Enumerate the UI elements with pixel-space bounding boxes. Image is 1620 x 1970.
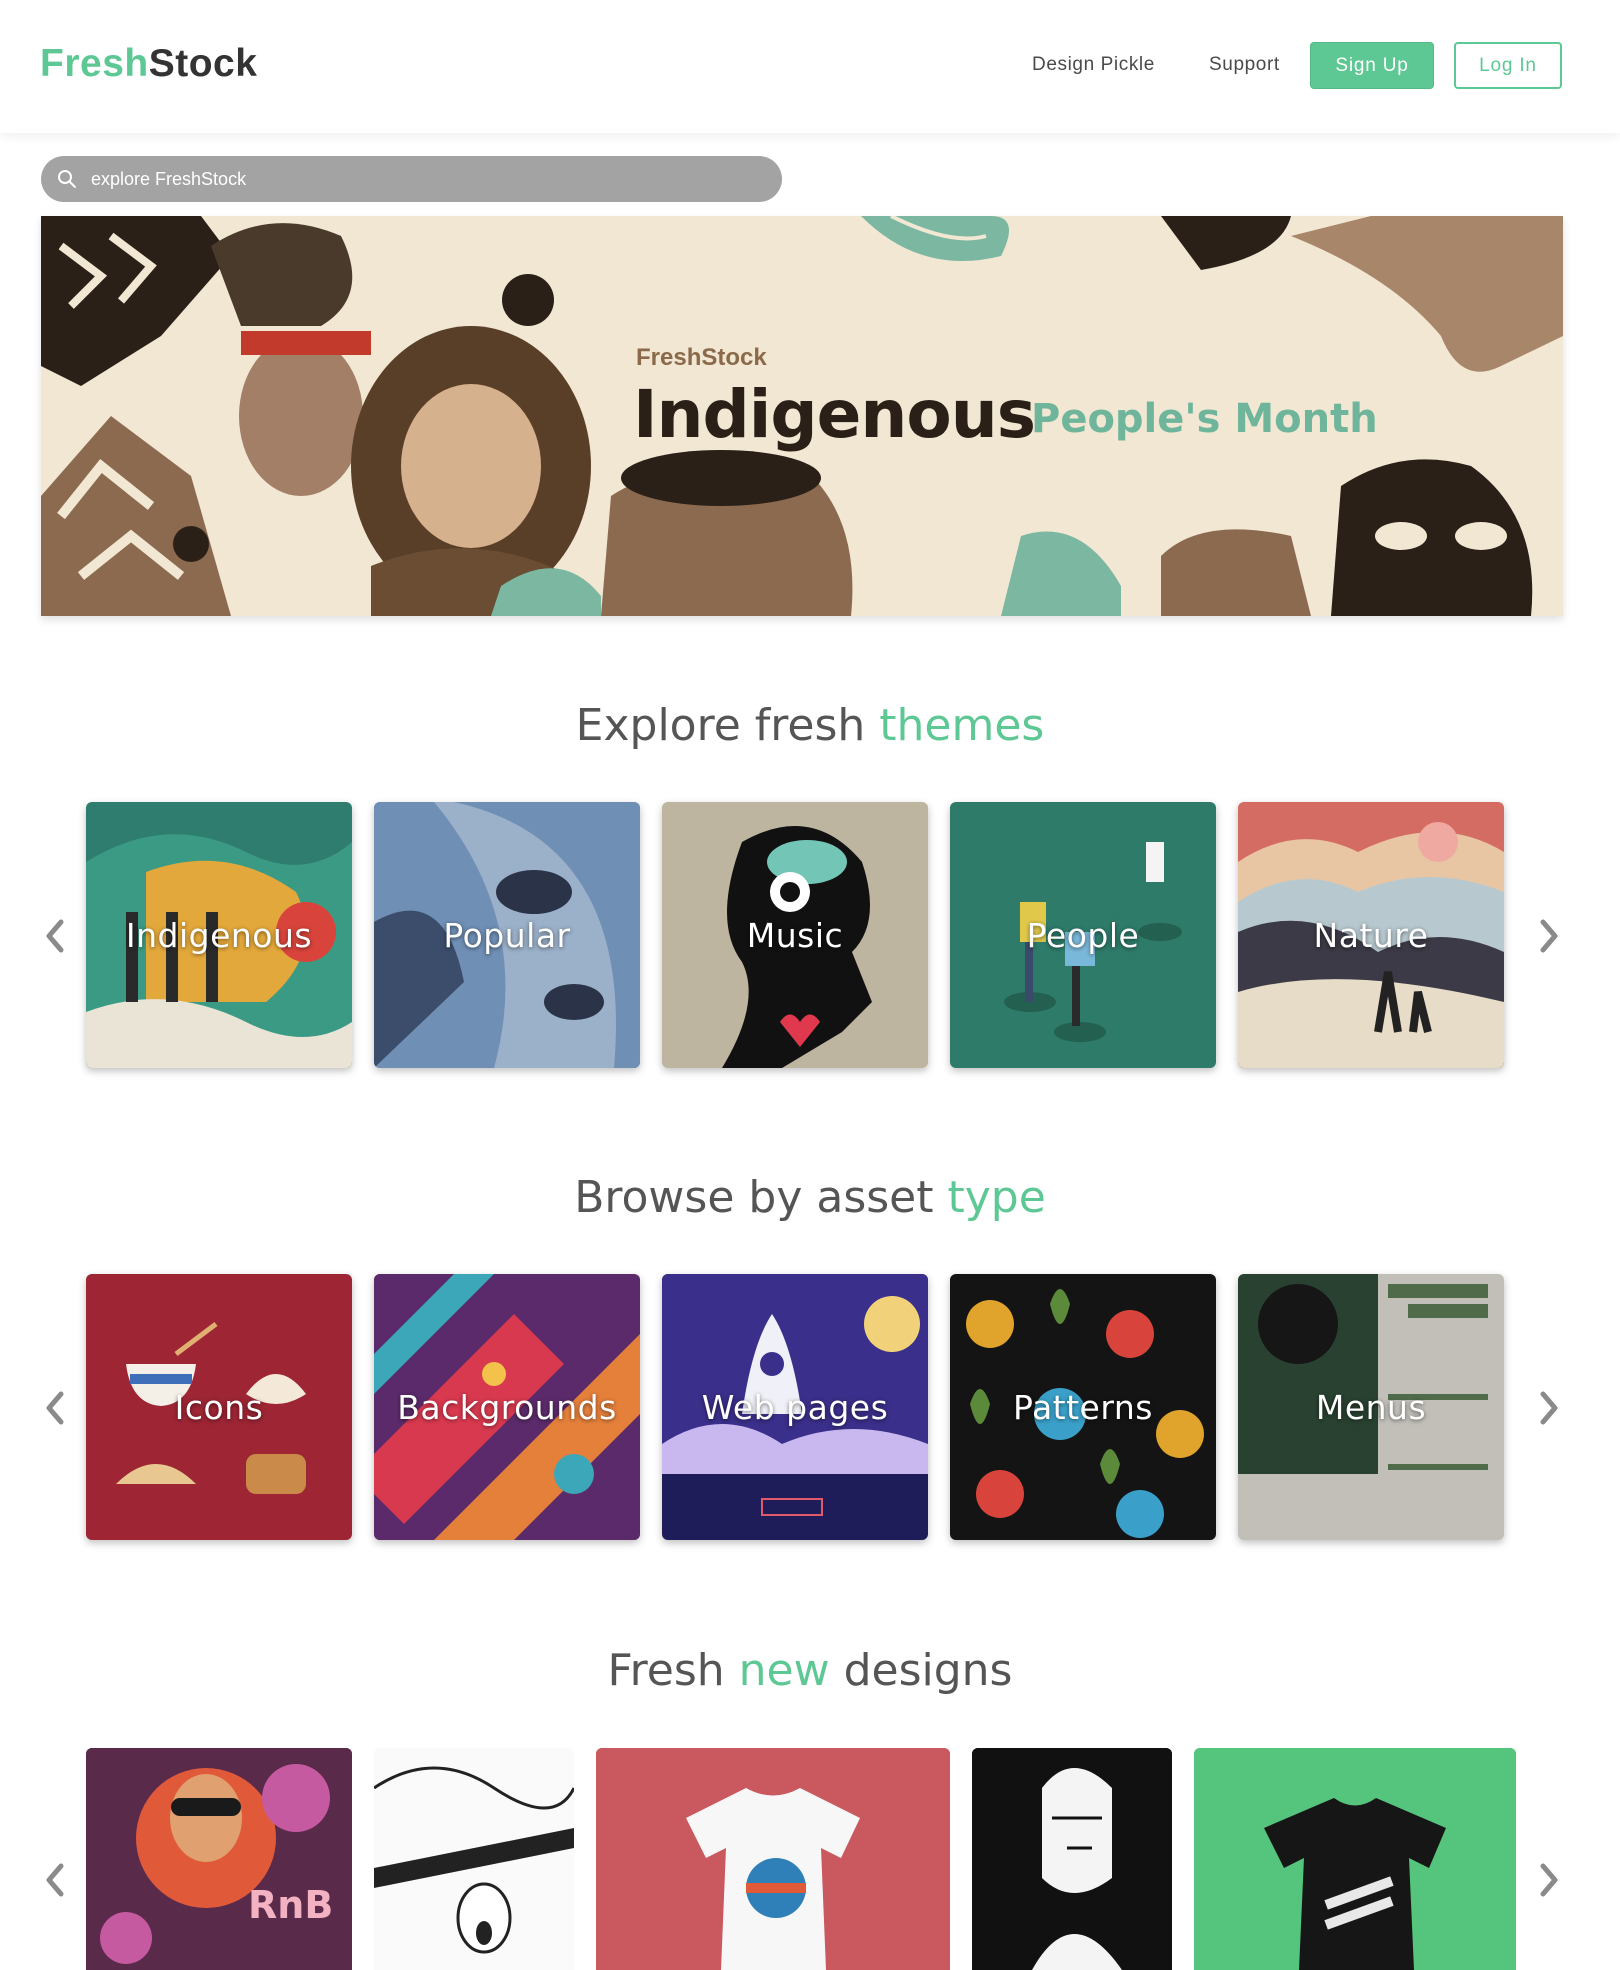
chevron-right-icon — [1540, 1391, 1558, 1425]
asset-card-icons[interactable]: Icons — [86, 1274, 352, 1540]
new-designs-title-text-end: designs — [829, 1645, 1013, 1696]
hero-title: Indigenous — [633, 376, 1036, 453]
asset-label: Icons — [174, 1387, 264, 1427]
designs-next-arrow[interactable] — [1534, 1860, 1564, 1900]
signup-button[interactable]: Sign Up — [1310, 42, 1434, 89]
asset-label: Web pages — [701, 1387, 889, 1427]
nav-design-pickle[interactable]: Design Pickle — [1032, 54, 1155, 76]
theme-label: People — [1026, 915, 1140, 955]
design-card-line-portrait[interactable] — [972, 1748, 1172, 1970]
asset-card-menus[interactable]: Menus — [1238, 1274, 1504, 1540]
theme-card-music[interactable]: Music — [662, 802, 928, 1068]
asset-type-title-text: Browse by asset — [574, 1172, 948, 1223]
asset-label: Menus — [1315, 1387, 1427, 1427]
hero-brand: FreshStock — [636, 344, 767, 371]
new-designs-title-highlight: new — [738, 1645, 830, 1696]
asset-next-arrow[interactable] — [1534, 1388, 1564, 1428]
theme-card-people[interactable]: People — [950, 802, 1216, 1068]
theme-label: Popular — [443, 915, 571, 955]
asset-label: Backgrounds — [397, 1387, 617, 1427]
design-card-tshirt-black[interactable] — [1194, 1748, 1516, 1970]
design-card-rnb-poster[interactable]: RnB — [86, 1748, 352, 1970]
asset-card-web-pages[interactable]: Web pages — [662, 1274, 928, 1540]
asset-card-backgrounds[interactable]: Backgrounds — [374, 1274, 640, 1540]
logo-stock: Stock — [148, 42, 258, 85]
themes-title-text: Explore fresh — [575, 700, 880, 751]
chevron-right-icon — [1540, 919, 1558, 953]
logo[interactable]: FreshStock — [40, 42, 257, 86]
theme-label: Nature — [1313, 915, 1429, 955]
design-card-sketch[interactable] — [374, 1748, 574, 1970]
search-bar[interactable] — [41, 156, 782, 202]
themes-title-highlight: themes — [879, 700, 1045, 751]
logo-fresh: Fresh — [40, 42, 149, 85]
hero-subtitle: People's Month — [1031, 396, 1378, 442]
login-button[interactable]: Log In — [1454, 42, 1562, 89]
new-designs-title-text: Fresh — [607, 1645, 739, 1696]
chevron-right-icon — [1540, 1863, 1558, 1897]
chevron-left-icon — [46, 1863, 64, 1897]
theme-label: Music — [746, 915, 844, 955]
hero-banner[interactable]: FreshStock Indigenous People's Month — [41, 216, 1563, 616]
theme-label: Indigenous — [125, 915, 313, 955]
themes-next-arrow[interactable] — [1534, 916, 1564, 956]
new-designs-title: Fresh new designs — [0, 1645, 1620, 1696]
search-icon — [58, 170, 76, 188]
asset-label: Patterns — [1013, 1387, 1153, 1427]
theme-card-nature[interactable]: Nature — [1238, 802, 1504, 1068]
theme-card-indigenous[interactable]: Indigenous — [86, 802, 352, 1068]
search-input[interactable] — [91, 168, 731, 190]
asset-type-title-highlight: type — [947, 1172, 1046, 1223]
asset-type-title: Browse by asset type — [0, 1172, 1620, 1223]
asset-prev-arrow[interactable] — [40, 1388, 70, 1428]
site-header: FreshStock Design Pickle Support Sign Up… — [0, 0, 1620, 133]
poster-text: RnB — [248, 1883, 333, 1927]
themes-title: Explore fresh themes — [0, 700, 1620, 751]
themes-prev-arrow[interactable] — [40, 916, 70, 956]
nav-support[interactable]: Support — [1209, 54, 1280, 76]
designs-prev-arrow[interactable] — [40, 1860, 70, 1900]
asset-card-patterns[interactable]: Patterns — [950, 1274, 1216, 1540]
design-card-tshirt-white[interactable] — [596, 1748, 950, 1970]
chevron-left-icon — [46, 1391, 64, 1425]
theme-card-popular[interactable]: Popular — [374, 802, 640, 1068]
chevron-left-icon — [46, 919, 64, 953]
